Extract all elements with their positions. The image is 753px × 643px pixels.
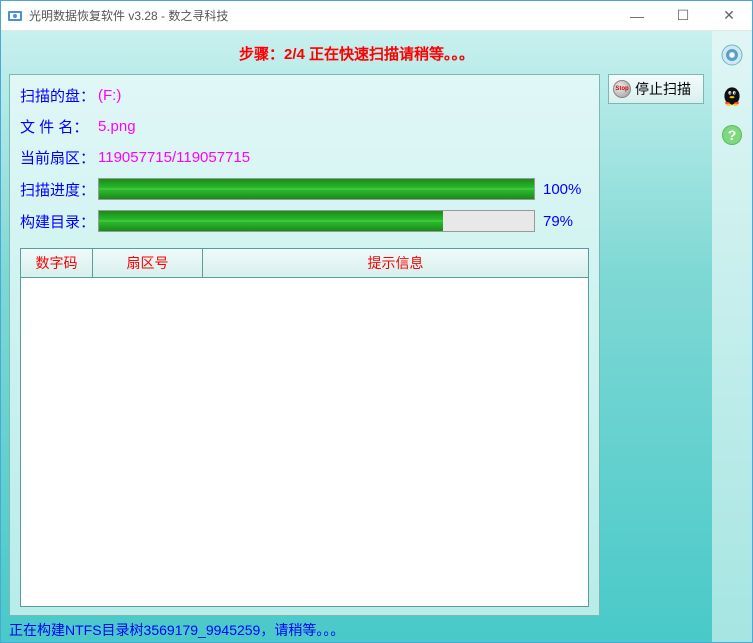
build-progress-fill bbox=[99, 211, 443, 231]
scan-progress-pct: 100% bbox=[543, 181, 589, 198]
window-title: 光明数据恢复软件 v3.28 - 数之寻科技 bbox=[29, 7, 614, 24]
file-row: 文 件 名： 5.png bbox=[20, 116, 589, 137]
col-sector[interactable]: 扇区号 bbox=[93, 249, 203, 278]
sidebar: ? bbox=[712, 31, 752, 642]
scan-progress-bar bbox=[98, 178, 535, 200]
disk-label: 扫描的盘： bbox=[20, 85, 98, 106]
build-progress-row: 构建目录： 79% bbox=[20, 210, 589, 232]
sector-row: 当前扇区： 119057715/119057715 bbox=[20, 147, 589, 168]
file-label: 文 件 名： bbox=[20, 116, 98, 137]
close-button[interactable]: ✕ bbox=[706, 1, 752, 30]
sector-value: 119057715/119057715 bbox=[98, 149, 250, 166]
stop-scan-button[interactable]: Stop 停止扫描 bbox=[608, 74, 704, 104]
table-header: 数字码 扇区号 提示信息 bbox=[21, 249, 588, 278]
col-hint[interactable]: 提示信息 bbox=[203, 249, 588, 278]
main-area: 步骤：2/4 正在快速扫描请稍等。。。 扫描的盘： (F:) 文 件 名： 5.… bbox=[1, 31, 712, 642]
settings-icon[interactable] bbox=[718, 41, 746, 69]
disk-row: 扫描的盘： (F:) bbox=[20, 85, 589, 106]
stop-box: Stop 停止扫描 bbox=[608, 74, 704, 616]
app-window: 光明数据恢复软件 v3.28 - 数之寻科技 — ☐ ✕ 步骤：2/4 正在快速… bbox=[0, 0, 753, 643]
scan-progress-label: 扫描进度： bbox=[20, 179, 98, 200]
scan-progress-row: 扫描进度： 100% bbox=[20, 178, 589, 200]
disk-value: (F:) bbox=[98, 87, 121, 104]
maximize-button[interactable]: ☐ bbox=[660, 1, 706, 30]
build-progress-label: 构建目录： bbox=[20, 211, 98, 232]
build-progress-bar bbox=[98, 210, 535, 232]
help-icon[interactable]: ? bbox=[718, 121, 746, 149]
scan-progress-fill bbox=[99, 179, 534, 199]
window-controls: — ☐ ✕ bbox=[614, 1, 752, 30]
results-table: 数字码 扇区号 提示信息 bbox=[20, 248, 589, 607]
status-text: 正在构建NTFS目录树3569179_9945259，请稍等。。。 bbox=[9, 616, 704, 642]
app-icon bbox=[7, 8, 23, 24]
content-row: 扫描的盘： (F:) 文 件 名： 5.png 当前扇区： 119057715/… bbox=[9, 74, 704, 616]
titlebar: 光明数据恢复软件 v3.28 - 数之寻科技 — ☐ ✕ bbox=[1, 1, 752, 31]
stop-icon: Stop bbox=[613, 80, 631, 98]
stop-label: 停止扫描 bbox=[635, 79, 691, 99]
file-value: 5.png bbox=[98, 118, 136, 135]
sector-label: 当前扇区： bbox=[20, 147, 98, 168]
scan-panel: 扫描的盘： (F:) 文 件 名： 5.png 当前扇区： 119057715/… bbox=[9, 74, 600, 616]
table-body bbox=[21, 278, 588, 606]
build-progress-pct: 79% bbox=[543, 213, 589, 230]
col-digit[interactable]: 数字码 bbox=[21, 249, 93, 278]
qq-icon[interactable] bbox=[718, 81, 746, 109]
svg-text:?: ? bbox=[728, 127, 737, 143]
step-label: 步骤：2/4 正在快速扫描请稍等。。。 bbox=[9, 43, 704, 64]
window-body: 步骤：2/4 正在快速扫描请稍等。。。 扫描的盘： (F:) 文 件 名： 5.… bbox=[1, 31, 752, 642]
minimize-button[interactable]: — bbox=[614, 1, 660, 30]
